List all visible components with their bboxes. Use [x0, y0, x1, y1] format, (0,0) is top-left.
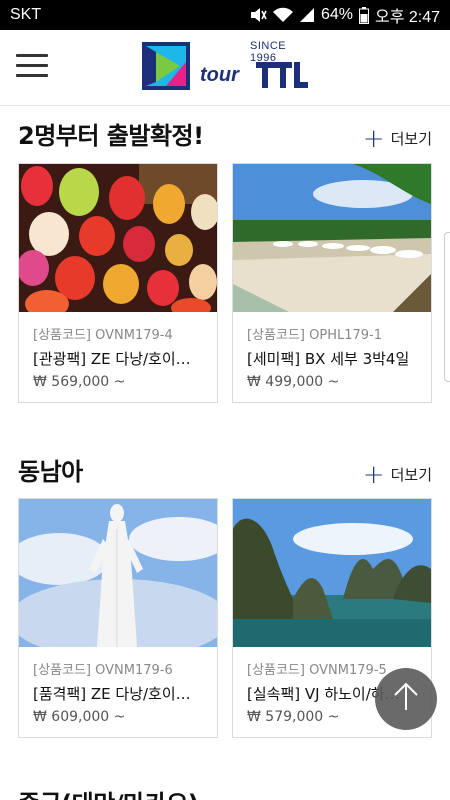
- mute-icon: [249, 7, 267, 23]
- product-code: [상품코드] OPHL179-1: [247, 328, 382, 343]
- product-card[interactable]: [상품코드] OVNM179-6 [품격팩] ZE 다낭/호이… ₩ 609,0…: [18, 498, 218, 738]
- hamburger-icon-line: [16, 64, 48, 67]
- hamburger-menu-button[interactable]: [16, 52, 50, 78]
- product-price: ₩ 569,000 ~: [33, 374, 126, 390]
- battery-icon: [358, 6, 369, 24]
- section-title: 중국(대만/마카오): [18, 784, 199, 800]
- product-image-statue: [19, 499, 217, 647]
- battery-percent: 64%: [320, 6, 353, 23]
- product-name: [관광팩] ZE 다낭/호이…: [33, 350, 191, 368]
- carrier-label: SKT: [10, 6, 42, 23]
- status-bar: SKT 64% 오후 2:47: [0, 0, 450, 30]
- product-card[interactable]: [상품코드] OPHL179-1 [세미팩] BX 세부 3박4일 ₩ 499,…: [232, 163, 432, 403]
- section-title: 2명부터 출발확정!: [18, 122, 204, 150]
- arrow-up-icon: [393, 682, 419, 716]
- logo-mark-icon: [142, 42, 192, 94]
- more-label: 더보기: [390, 466, 432, 484]
- product-code: [상품코드] OVNM179-4: [33, 328, 173, 343]
- product-price: ₩ 499,000 ~: [247, 374, 340, 390]
- product-code: [상품코드] OVNM179-5: [247, 663, 387, 678]
- section-title: 동남아: [18, 458, 83, 486]
- app-header: SINCE 1996 tour: [0, 30, 450, 106]
- plus-icon: +: [362, 459, 385, 490]
- product-image-beach: [233, 164, 431, 312]
- scroll-top-button[interactable]: [375, 668, 437, 730]
- logo-word: tour: [200, 64, 239, 86]
- hamburger-icon-line: [16, 74, 48, 77]
- wifi-icon: [272, 7, 293, 23]
- product-image-halong-bay: [233, 499, 431, 647]
- side-scroll-handle[interactable]: [444, 232, 450, 382]
- product-name: [품격팩] ZE 다낭/호이…: [33, 685, 191, 703]
- plus-icon: +: [362, 123, 385, 154]
- product-price: ₩ 579,000 ~: [247, 709, 340, 725]
- product-name: [세미팩] BX 세부 3박4일: [247, 350, 410, 368]
- clock: 오후 2:47: [374, 9, 440, 26]
- product-card[interactable]: [상품코드] OVNM179-4 [관광팩] ZE 다낭/호이… ₩ 569,0…: [18, 163, 218, 403]
- hamburger-icon-line: [16, 54, 48, 57]
- more-link[interactable]: + 더보기: [362, 123, 432, 154]
- product-image-lanterns: [19, 164, 217, 312]
- product-price: ₩ 609,000 ~: [33, 709, 126, 725]
- logo[interactable]: SINCE 1996 tour: [142, 40, 312, 96]
- product-code: [상품코드] OVNM179-6: [33, 663, 173, 678]
- more-label: 더보기: [390, 130, 432, 148]
- more-link[interactable]: + 더보기: [362, 459, 432, 490]
- logo-brand-glyphs: [254, 58, 310, 94]
- signal-icon: [299, 7, 315, 23]
